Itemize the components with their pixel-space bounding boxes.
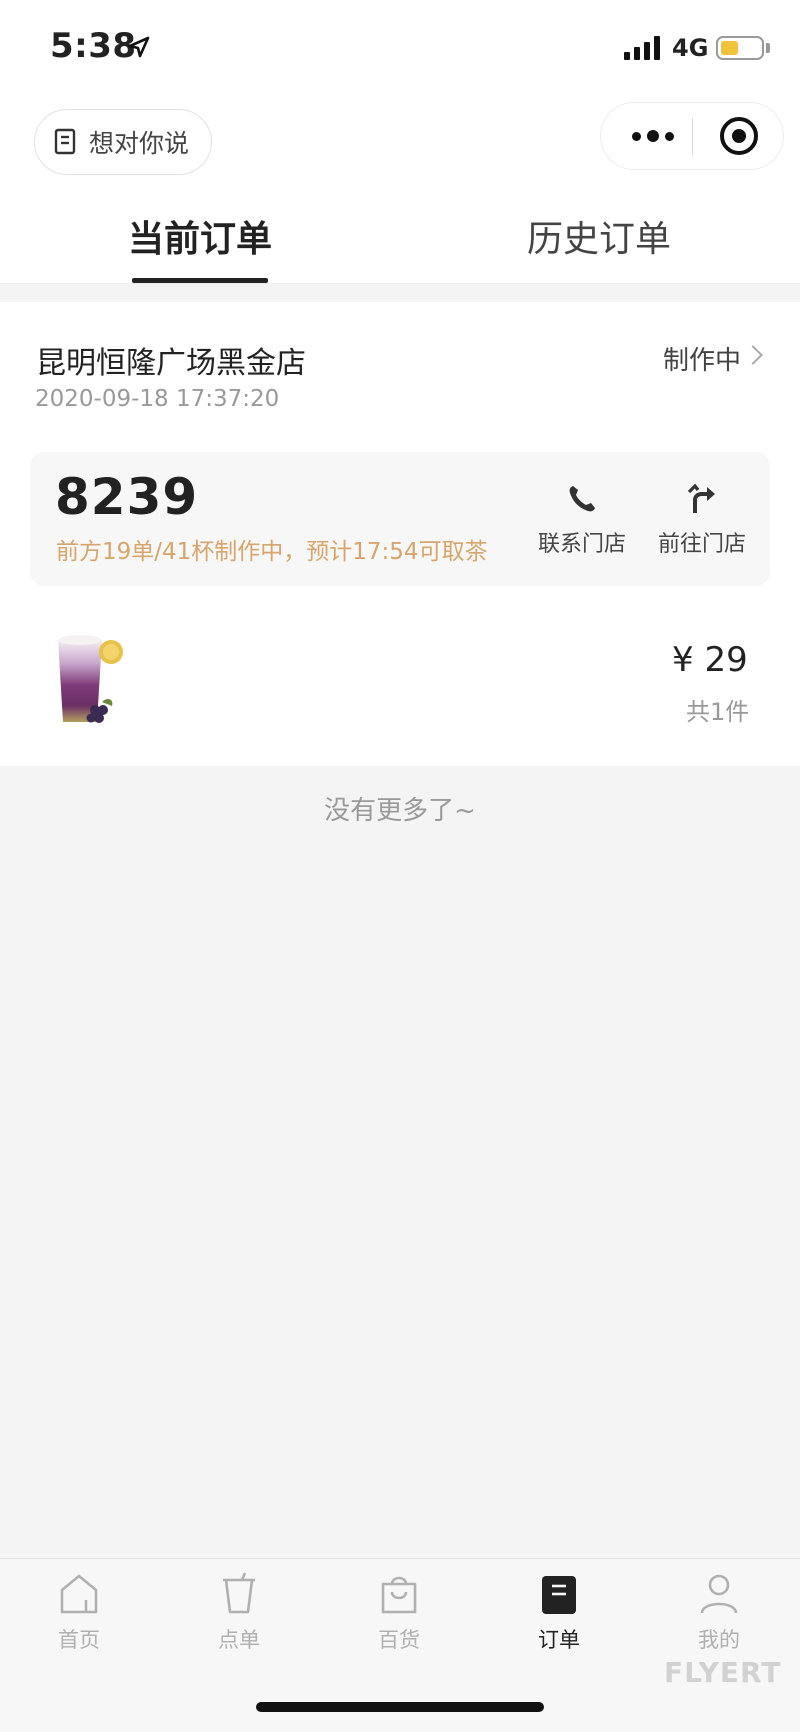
pickup-number: 8239 (55, 468, 199, 526)
shopping-bag-icon (381, 1576, 417, 1614)
tabbar-item-orders[interactable]: 订单 (504, 1572, 614, 1654)
tabbar-label-order: 点单 (218, 1628, 260, 1652)
user-icon (700, 1574, 738, 1614)
feedback-label: 想对你说 (89, 129, 190, 158)
item-count: 共1件 (686, 698, 750, 726)
order-status[interactable]: 制作中 (663, 340, 741, 377)
tabbar-label-orders: 订单 (538, 1628, 580, 1652)
feedback-button[interactable]: 想对你说 (34, 109, 212, 175)
tabbar-item-shop[interactable]: 百货 (344, 1572, 454, 1654)
active-tab-indicator (132, 278, 268, 283)
tabbar-item-order[interactable]: 点单 (184, 1572, 294, 1654)
go-to-store-button[interactable]: 前往门店 (652, 482, 752, 558)
network-type: 4G (672, 34, 709, 62)
tabbar-label-shop: 百货 (378, 1628, 420, 1652)
order-time: 2020-09-18 17:37:20 (35, 386, 280, 412)
note-icon (54, 128, 76, 155)
tabbar-item-mine[interactable]: 我的 (664, 1572, 774, 1654)
phone-icon (569, 486, 595, 512)
store-name: 昆明恒隆广场黑金店 (36, 346, 306, 381)
cell-signal-icon (624, 34, 660, 60)
cup-icon (223, 1572, 255, 1614)
contact-store-label: 联系门店 (537, 532, 626, 557)
turn-arrow-icon (687, 483, 715, 513)
capsule-divider (692, 118, 693, 156)
tabbar-item-home[interactable]: 首页 (24, 1572, 134, 1654)
tab-history-orders[interactable]: 历史订单 (499, 210, 699, 262)
order-box-icon (542, 1576, 576, 1614)
tabbar-label-mine: 我的 (698, 1628, 740, 1652)
home-icon (60, 1574, 98, 1614)
tab-current-orders[interactable]: 当前订单 (100, 210, 300, 262)
location-arrow-icon (128, 36, 150, 58)
target-circle-icon[interactable] (720, 117, 758, 155)
more-dots-icon[interactable] (618, 112, 688, 160)
battery-icon (716, 36, 764, 60)
list-end-text: 没有更多了~ (324, 796, 476, 826)
go-to-store-label: 前往门店 (657, 532, 746, 557)
status-time: 5:38 (50, 26, 137, 66)
pickup-hint: 前方19单/41杯制作中，预计17:54可取茶 (56, 539, 488, 565)
tabbar-label-home: 首页 (58, 1628, 100, 1652)
contact-store-button[interactable]: 联系门店 (532, 482, 632, 558)
home-indicator[interactable] (256, 1702, 544, 1712)
drink-product-image (58, 635, 123, 723)
watermark-logo: FLYERT (664, 1656, 782, 1689)
order-price: ¥ 29 (672, 640, 748, 680)
battery-cap (766, 43, 770, 53)
